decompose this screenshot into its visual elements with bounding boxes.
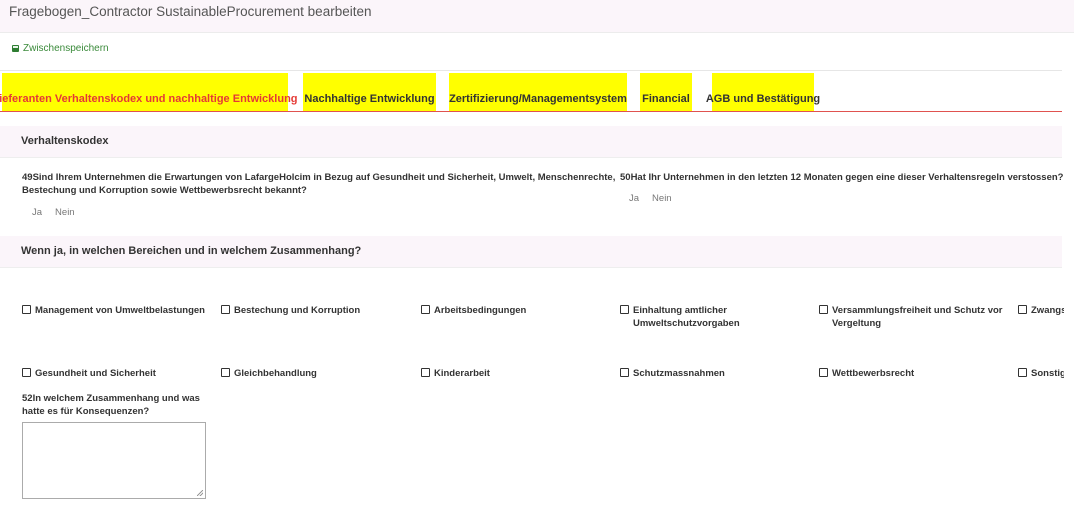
toolbar-divider: [0, 70, 1062, 71]
checkbox-square-icon: [819, 368, 828, 377]
checkbox-protective-measures[interactable]: Schutzmassnahmen: [620, 367, 810, 380]
question-text-line: 49Sind Ihrem Unternehmen die Erwartungen…: [22, 172, 616, 183]
checkbox-label: Arbeitsbedingungen: [434, 305, 527, 316]
checkbox-square-icon: [819, 305, 828, 314]
checkbox-label: Wettbewerbsrecht: [832, 368, 915, 379]
checkbox-square-icon: [421, 368, 430, 377]
tab-certification[interactable]: Zertifizierung/Managementsystem: [449, 73, 627, 111]
consequences-textarea[interactable]: [22, 422, 206, 499]
checkbox-freedom-of-assembly[interactable]: Versammlungsfreiheit und Schutz vor Verg…: [819, 304, 1009, 330]
tab-label: Lieferanten Verhaltenskodex und nachhalt…: [0, 93, 298, 105]
save-draft-button[interactable]: Zwischenspeichern: [12, 43, 109, 54]
page-header: Fragebogen_Contractor SustainableProcure…: [0, 0, 1074, 33]
checkbox-square-icon: [620, 368, 629, 377]
checkbox-label: Sonstig: [1031, 368, 1064, 379]
checkbox-label: Bestechung und Korruption: [234, 305, 361, 316]
tabs-underline: [0, 111, 1062, 112]
tab-label: Financial: [642, 93, 690, 105]
checkbox-square-icon: [221, 305, 230, 314]
tab-terms[interactable]: AGB und Bestätigung: [706, 73, 820, 111]
checkbox-working-conditions[interactable]: Arbeitsbedingungen: [421, 304, 611, 317]
tab-financial[interactable]: Financial: [640, 73, 692, 111]
checkbox-environmental-regulations[interactable]: Einhaltung amtlicher Umweltschutzvorgabe…: [620, 304, 770, 330]
checkbox-health-safety[interactable]: Gesundheit und Sicherheit: [22, 367, 212, 380]
checkbox-square-icon: [221, 368, 230, 377]
tab-label: Nachhaltige Entwicklung: [304, 93, 435, 105]
option-yes[interactable]: Ja: [32, 207, 42, 218]
checkbox-label: Gesundheit und Sicherheit: [35, 368, 156, 379]
question-50: 50Hat Ihr Unternehmen in den letzten 12 …: [620, 171, 1065, 184]
page-title: Fragebogen_Contractor SustainableProcure…: [9, 4, 372, 19]
tab-label: Zertifizierung/Managementsystem: [449, 93, 627, 105]
section-title: Verhaltenskodex: [21, 135, 109, 147]
question-52: 52In welchem Zusammenhang und was hatte …: [22, 392, 222, 418]
option-no[interactable]: Nein: [55, 207, 75, 218]
option-no[interactable]: Nein: [652, 193, 672, 204]
checkbox-environmental-management[interactable]: Management von Umweltbelastungen: [22, 304, 212, 317]
checkbox-label: Gleichbehandlung: [234, 368, 317, 379]
checkbox-label: Zwangs: [1031, 305, 1064, 316]
checkbox-label: Schutzmassnahmen: [633, 368, 725, 379]
checkbox-square-icon: [1018, 368, 1027, 377]
section-header-code-of-conduct: Verhaltenskodex: [0, 126, 1062, 158]
question-49-options: Ja Nein: [32, 207, 75, 218]
question-text-line: 50Hat Ihr Unternehmen in den letzten 12 …: [620, 172, 1064, 183]
checkbox-label: Einhaltung amtlicher Umweltschutzvorgabe…: [633, 305, 740, 329]
checkbox-bribery-corruption[interactable]: Bestechung und Korruption: [221, 304, 411, 317]
checkbox-square-icon: [421, 305, 430, 314]
question-49: 49Sind Ihrem Unternehmen die Erwartungen…: [22, 171, 617, 197]
checkbox-equal-treatment[interactable]: Gleichbehandlung: [221, 367, 411, 380]
question-50-options: Ja Nein: [629, 193, 672, 204]
section-header-areas: Wenn ja, in welchen Bereichen und in wel…: [0, 236, 1062, 268]
checkbox-square-icon: [620, 305, 629, 314]
save-draft-label: Zwischenspeichern: [23, 43, 109, 54]
checkbox-square-icon: [22, 368, 31, 377]
tab-label: AGB und Bestätigung: [705, 93, 821, 105]
checkbox-label: Versammlungsfreiheit und Schutz vor Verg…: [832, 305, 1003, 329]
checkbox-square-icon: [1018, 305, 1027, 314]
question-text-line: 52In welchem Zusammenhang und was: [22, 393, 200, 404]
question-text-line: hatte es für Konsequenzen?: [22, 406, 150, 417]
resize-grip-icon[interactable]: [197, 490, 203, 496]
question-text-line: Bestechung und Korruption sowie Wettbewe…: [22, 185, 307, 196]
checkbox-label: Management von Umweltbelastungen: [35, 305, 205, 316]
checkbox-forced-labor[interactable]: Zwangs: [1018, 304, 1064, 317]
tab-sustainable-development[interactable]: Nachhaltige Entwicklung: [303, 73, 436, 111]
checkbox-square-icon: [22, 305, 31, 314]
section-title: Wenn ja, in welchen Bereichen und in wel…: [21, 245, 362, 257]
checkbox-child-labor[interactable]: Kinderarbeit: [421, 367, 611, 380]
checkbox-competition-law[interactable]: Wettbewerbsrecht: [819, 367, 1009, 380]
checkbox-label: Kinderarbeit: [434, 368, 490, 379]
floppy-disk-icon: [12, 45, 19, 52]
tab-supplier-code[interactable]: Lieferanten Verhaltenskodex und nachhalt…: [0, 73, 298, 111]
checkbox-other[interactable]: Sonstig: [1018, 367, 1064, 380]
option-yes[interactable]: Ja: [629, 193, 639, 204]
